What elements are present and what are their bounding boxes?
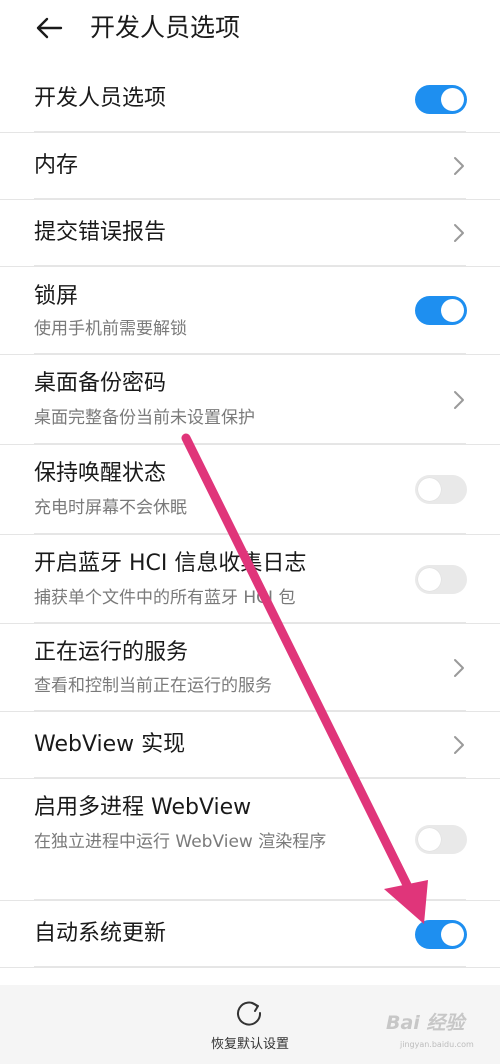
refresh-icon	[237, 1001, 262, 1026]
setting-row-running-services[interactable]: 正在运行的服务 查看和控制当前正在运行的服务	[0, 624, 500, 712]
divider	[34, 966, 466, 967]
toggle-knob	[418, 568, 441, 591]
setting-title: 开启蓝牙 HCI 信息收集日志	[34, 551, 307, 576]
divider	[34, 131, 466, 132]
top-app-bar: 开发人员选项	[0, 0, 500, 60]
toggle-knob	[418, 478, 441, 501]
chevron-right-icon	[454, 224, 464, 242]
chevron-right-icon	[454, 659, 464, 677]
toggle-knob	[418, 828, 441, 851]
divider	[34, 198, 466, 199]
setting-row-multiprocess-webview[interactable]: 启用多进程 WebView 在独立进程中运行 WebView 渲染程序	[0, 779, 500, 901]
restore-defaults-label: 恢复默认设置	[210, 1037, 289, 1052]
stay-awake-toggle[interactable]	[415, 475, 467, 504]
auto-system-update-toggle[interactable]	[415, 920, 467, 949]
arrow-left-icon	[36, 17, 63, 39]
setting-title: 保持唤醒状态	[34, 461, 167, 486]
toggle-knob	[441, 299, 464, 322]
setting-row-developer-options[interactable]: 开发人员选项	[0, 66, 500, 133]
multiprocess-webview-toggle[interactable]	[415, 825, 467, 854]
bluetooth-hci-log-toggle[interactable]	[415, 565, 467, 594]
setting-row-lock-screen[interactable]: 锁屏 使用手机前需要解锁	[0, 267, 500, 355]
setting-subtitle: 充电时屏幕不会休眠	[34, 498, 187, 518]
baidu-watermark: Bai 经验 jingyan.baidu.com	[386, 1008, 496, 1058]
setting-subtitle: 捕获单个文件中的所有蓝牙 HCI 包	[34, 588, 296, 608]
setting-subtitle: 查看和控制当前正在运行的服务	[34, 676, 272, 696]
setting-row-bluetooth-hci-log[interactable]: 开启蓝牙 HCI 信息收集日志 捕获单个文件中的所有蓝牙 HCI 包	[0, 535, 500, 624]
divider	[34, 710, 466, 711]
chevron-right-icon	[454, 736, 464, 754]
setting-row-memory[interactable]: 内存	[0, 133, 500, 200]
setting-subtitle: 在独立进程中运行 WebView 渲染程序	[34, 832, 327, 852]
toggle-knob	[441, 88, 464, 111]
watermark-text: Bai 经验	[386, 1012, 465, 1034]
divider	[34, 777, 466, 778]
toggle-knob	[441, 923, 464, 946]
setting-title: 自动系统更新	[34, 921, 167, 946]
back-button[interactable]	[30, 12, 68, 44]
setting-row-bug-report[interactable]: 提交错误报告	[0, 200, 500, 267]
setting-title: 锁屏	[34, 284, 79, 309]
watermark-sub: jingyan.baidu.com	[400, 1040, 474, 1049]
setting-title: WebView 实现	[34, 732, 186, 757]
developer-options-toggle[interactable]	[415, 85, 467, 114]
chevron-right-icon	[454, 391, 464, 409]
setting-row-auto-system-update[interactable]: 自动系统更新	[0, 901, 500, 968]
setting-subtitle: 使用手机前需要解锁	[34, 319, 187, 339]
setting-title: 正在运行的服务	[34, 640, 189, 665]
chevron-right-icon	[454, 157, 464, 175]
divider	[34, 265, 466, 266]
setting-row-webview-impl[interactable]: WebView 实现	[0, 712, 500, 779]
restore-defaults-button[interactable]: 恢复默认设置	[190, 995, 310, 1055]
setting-row-backup-password[interactable]: 桌面备份密码 桌面完整备份当前未设置保护	[0, 355, 500, 445]
page-title: 开发人员选项	[90, 13, 241, 42]
setting-title: 启用多进程 WebView	[34, 795, 252, 820]
divider	[34, 533, 466, 534]
divider	[34, 353, 466, 354]
divider	[34, 443, 466, 444]
setting-subtitle: 桌面完整备份当前未设置保护	[34, 408, 255, 428]
setting-title: 开发人员选项	[34, 86, 167, 111]
setting-title: 内存	[34, 153, 79, 178]
lock-screen-toggle[interactable]	[415, 296, 467, 325]
settings-list: 开发人员选项 内存 提交错误报告 锁屏 使用手机前需要解锁 桌面备份密码 桌面完…	[0, 66, 500, 968]
divider	[34, 622, 466, 623]
setting-row-stay-awake[interactable]: 保持唤醒状态 充电时屏幕不会休眠	[0, 445, 500, 535]
divider	[34, 899, 466, 900]
setting-title: 桌面备份密码	[34, 371, 167, 396]
setting-title: 提交错误报告	[34, 220, 167, 245]
